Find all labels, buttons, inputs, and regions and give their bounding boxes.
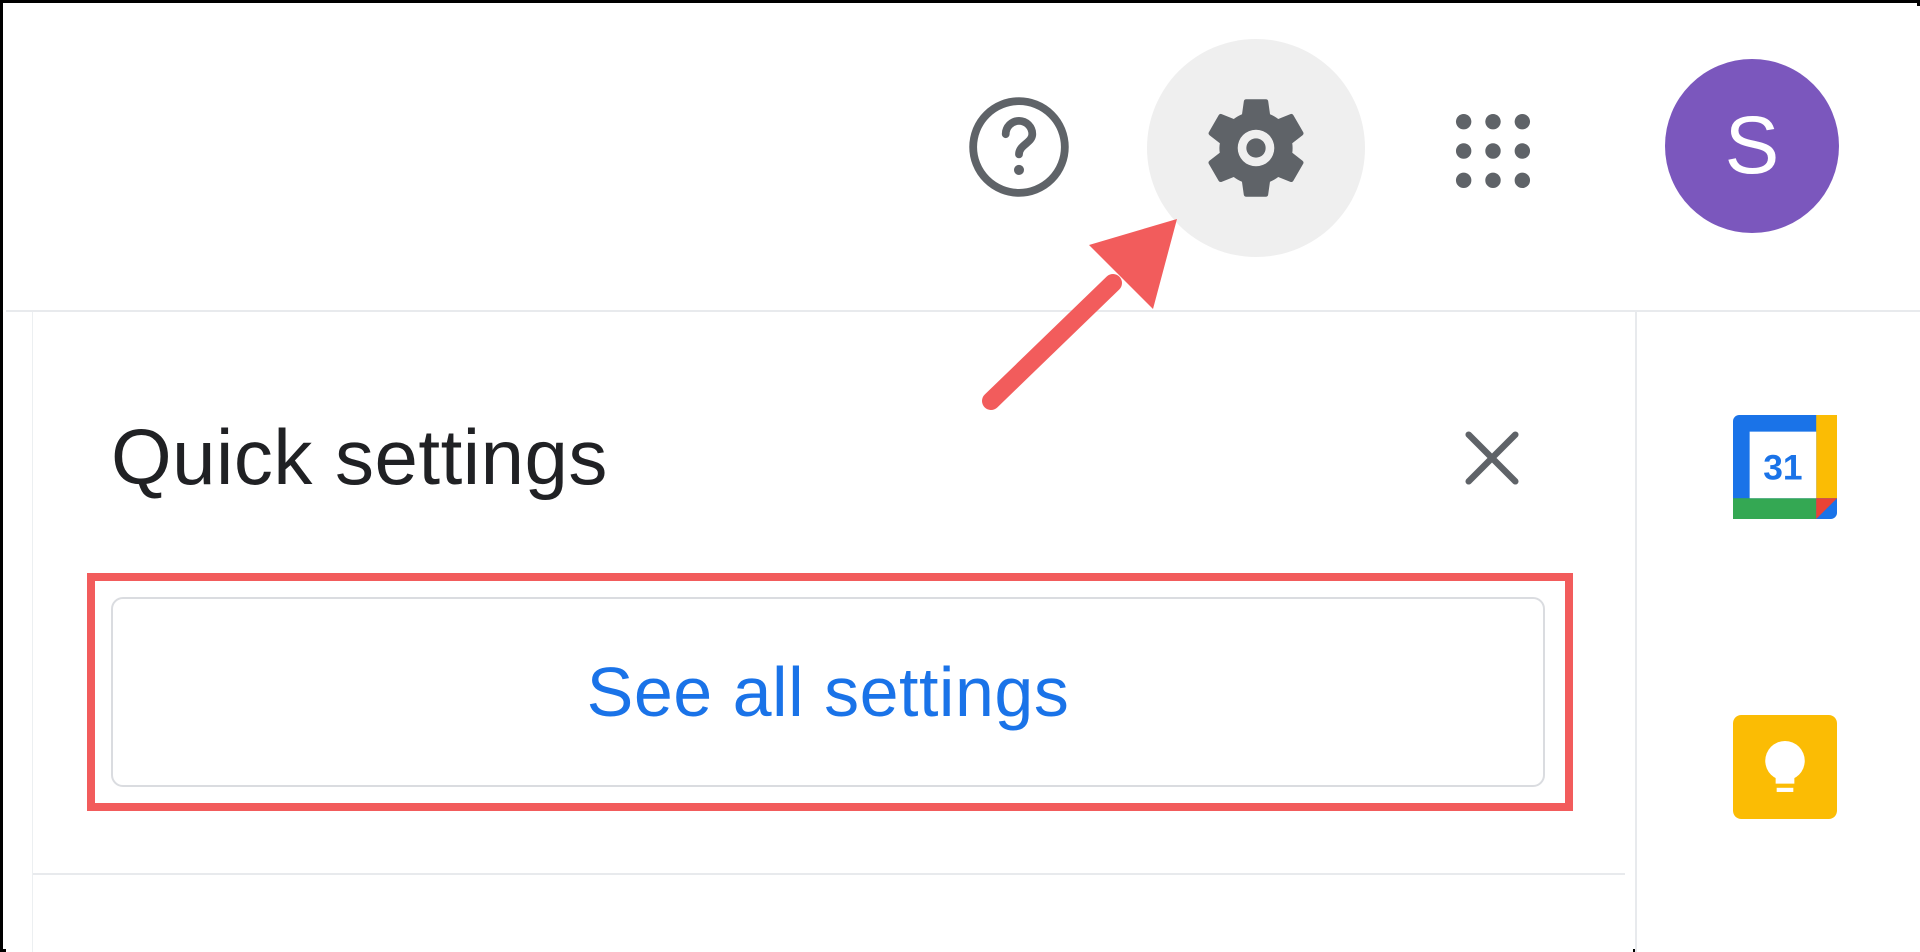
keep-icon [1733, 715, 1837, 819]
calendar-date-text: 31 [1763, 448, 1802, 487]
left-edge-strip [6, 312, 33, 952]
help-circle-icon [969, 97, 1069, 197]
keep-app-button[interactable] [1733, 715, 1837, 819]
avatar[interactable]: S [1665, 59, 1839, 233]
calendar-app-button[interactable]: 31 [1733, 415, 1837, 519]
screenshot-frame: S Quick settings See all settings 31 [0, 0, 1920, 952]
side-panel [1635, 312, 1920, 952]
see-all-settings-label: See all settings [586, 653, 1070, 731]
avatar-initial: S [1724, 100, 1780, 191]
close-icon [1465, 431, 1519, 485]
help-button[interactable] [955, 83, 1083, 211]
settings-button[interactable] [1147, 39, 1365, 257]
calendar-icon: 31 [1733, 415, 1837, 519]
apps-button[interactable] [1429, 87, 1557, 215]
apps-grid-icon [1455, 113, 1531, 189]
see-all-settings-button[interactable]: See all settings [111, 597, 1545, 787]
gear-icon [1208, 99, 1304, 197]
close-button[interactable] [1451, 417, 1533, 499]
quick-settings-title: Quick settings [111, 413, 608, 501]
panel-divider [33, 873, 1625, 875]
